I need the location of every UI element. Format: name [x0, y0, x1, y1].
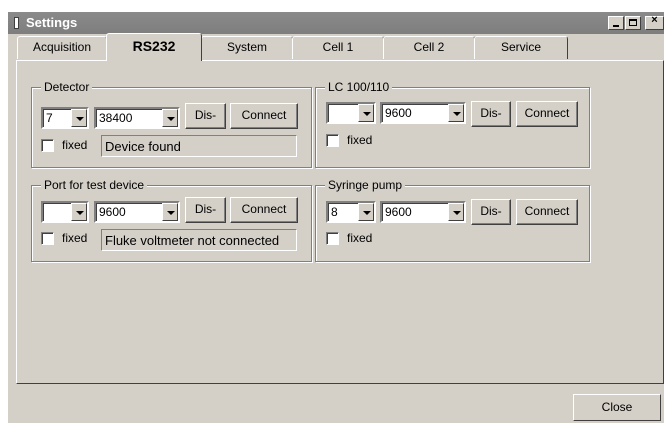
chevron-down-icon[interactable]: [71, 203, 87, 221]
test-device-fixed-label: fixed: [62, 231, 88, 245]
syringe-pump-connect-button[interactable]: Connect: [516, 199, 578, 225]
chevron-down-icon[interactable]: [71, 109, 87, 127]
minimize-button[interactable]: [608, 16, 624, 30]
syringe-pump-port-value: 8: [331, 205, 338, 219]
lc-disconnect-button[interactable]: Dis-: [471, 101, 511, 127]
chevron-down-icon[interactable]: [162, 203, 178, 221]
chevron-down-icon[interactable]: [448, 203, 464, 221]
tab-cell-2[interactable]: Cell 2: [383, 36, 475, 59]
test-device-disconnect-button[interactable]: Dis-: [185, 197, 226, 223]
lc-port-select[interactable]: [326, 102, 376, 124]
maximize-button[interactable]: [625, 16, 641, 30]
close-button[interactable]: Close: [573, 394, 661, 421]
detector-connect-button[interactable]: Connect: [230, 103, 298, 129]
tab-rs232[interactable]: RS232: [106, 33, 202, 61]
tab-acquisition[interactable]: Acquisition: [17, 36, 107, 59]
syringe-pump-group: Syringe pump 8 9600 Dis- Connect fixed: [315, 178, 590, 262]
chevron-down-icon[interactable]: [448, 104, 464, 122]
detector-baud-value: 38400: [99, 111, 133, 125]
test-device-port-select[interactable]: [41, 201, 89, 223]
syringe-pump-fixed-checkbox[interactable]: [326, 232, 339, 245]
lc-group: LC 100/110 9600 Dis- Connect fixed: [315, 80, 590, 168]
test-device-status-field: Fluke voltmeter not connected: [101, 229, 297, 251]
syringe-pump-title: Syringe pump: [325, 178, 406, 192]
tab-system[interactable]: System: [201, 36, 293, 59]
test-device-connect-button[interactable]: Connect: [230, 197, 298, 223]
lc-title: LC 100/110: [325, 80, 393, 94]
detector-group: Detector 7 38400 Dis- Connect fixed Devi…: [31, 80, 312, 168]
detector-title: Detector: [41, 80, 93, 94]
title-bar[interactable]: Settings ×: [8, 12, 664, 34]
detector-port-value: 7: [46, 111, 53, 125]
test-device-title: Port for test device: [41, 178, 148, 192]
window-title: Settings: [26, 15, 78, 30]
syringe-pump-port-select[interactable]: 8: [326, 201, 376, 223]
syringe-pump-fixed-label: fixed: [347, 231, 373, 245]
test-device-baud-value: 9600: [99, 205, 126, 219]
detector-fixed-checkbox[interactable]: [41, 139, 54, 152]
minimize-icon: [613, 25, 619, 27]
detector-port-select[interactable]: 7: [41, 107, 89, 129]
lc-connect-button[interactable]: Connect: [516, 101, 578, 127]
syringe-pump-baud-value: 9600: [385, 205, 412, 219]
syringe-pump-baud-select[interactable]: 9600: [380, 201, 466, 223]
chevron-down-icon[interactable]: [358, 104, 374, 122]
detector-status-field: Device found: [101, 135, 297, 157]
test-device-fixed-checkbox[interactable]: [41, 232, 54, 245]
detector-fixed-label: fixed: [62, 138, 88, 152]
maximize-icon: [629, 19, 637, 26]
lc-baud-select[interactable]: 9600: [380, 102, 466, 124]
lc-fixed-checkbox[interactable]: [326, 134, 339, 147]
rs232-panel: Detector 7 38400 Dis- Connect fixed Devi…: [16, 60, 664, 384]
detector-disconnect-button[interactable]: Dis-: [185, 103, 226, 129]
detector-baud-select[interactable]: 38400: [94, 107, 180, 129]
syringe-pump-disconnect-button[interactable]: Dis-: [471, 199, 511, 225]
close-icon: ×: [651, 14, 658, 26]
tab-service[interactable]: Service: [474, 36, 568, 59]
tab-cell-1[interactable]: Cell 1: [292, 36, 384, 59]
test-device-baud-select[interactable]: 9600: [94, 201, 180, 223]
lc-fixed-label: fixed: [347, 133, 373, 147]
test-device-group: Port for test device 9600 Dis- Connect f…: [31, 178, 312, 262]
window-icon: [14, 17, 19, 29]
close-window-button[interactable]: ×: [645, 14, 664, 30]
chevron-down-icon[interactable]: [358, 203, 374, 221]
chevron-down-icon[interactable]: [162, 109, 178, 127]
lc-baud-value: 9600: [385, 106, 412, 120]
